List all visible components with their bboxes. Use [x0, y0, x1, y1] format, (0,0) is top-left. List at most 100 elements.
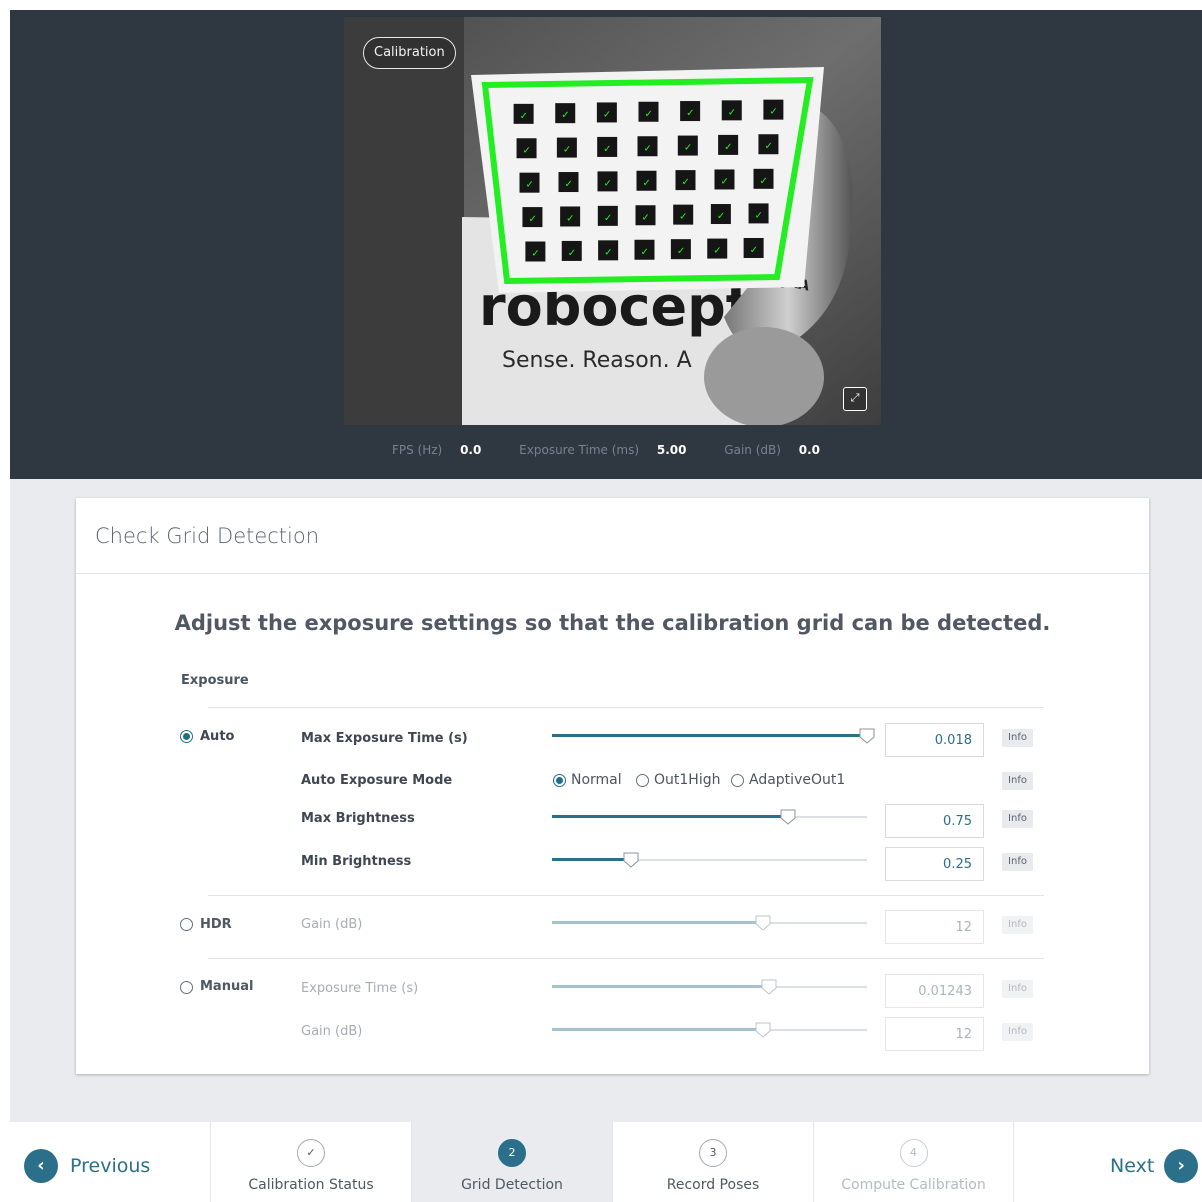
min-brightness-slider[interactable]	[552, 852, 867, 868]
camera-stats: FPS (Hz) 0.0 Exposure Time (ms) 5.00 Gai…	[10, 443, 1202, 457]
grid-check-mark: ✓	[645, 109, 653, 120]
mode-out1high-radio[interactable]	[636, 774, 649, 787]
slider-thumb[interactable]	[780, 809, 796, 825]
app-root: roboceptio Sense. Reason. A JKA ✓✓✓✓✓✓✓✓…	[0, 0, 1202, 1202]
grid-check-mark: ✓	[686, 108, 694, 119]
card-header: Check Grid Detection	[76, 498, 1149, 574]
expand-icon[interactable]: ⤢	[843, 387, 867, 411]
grid-check-mark: ✓	[566, 213, 574, 224]
manual-gain-label: Gain (dB)	[301, 1024, 363, 1039]
grid-check-mark: ✓	[604, 213, 612, 224]
fps-value: 0.0	[460, 443, 482, 457]
grid-check-mark: ✓	[526, 180, 534, 191]
manual-gain-info-button[interactable]: Info	[1002, 1023, 1033, 1041]
camera-image: roboceptio Sense. Reason. A JKA ✓✓✓✓✓✓✓✓…	[344, 17, 881, 425]
grid-check-mark: ✓	[717, 211, 725, 222]
hdr-radio[interactable]	[180, 918, 193, 931]
manual-radio[interactable]	[180, 981, 193, 994]
slider-thumb[interactable]	[755, 1022, 771, 1038]
manual-exposure-time-slider[interactable]	[552, 979, 867, 995]
grid-check-mark: ✓	[563, 145, 571, 156]
max-brightness-input[interactable]: 0.75	[885, 804, 984, 838]
min-brightness-input[interactable]: 0.25	[885, 847, 984, 881]
check-icon: ✓	[297, 1139, 325, 1167]
grid-check-mark: ✓	[764, 141, 772, 152]
manual-exposure-time-info-button[interactable]: Info	[1002, 980, 1033, 998]
grid-check-mark: ✓	[603, 109, 611, 120]
hdr-gain-info-button[interactable]: Info	[1002, 916, 1033, 934]
max-exposure-time-label: Max Exposure Time (s)	[301, 731, 468, 746]
step-number: 4	[899, 1139, 928, 1167]
mode-normal-radio[interactable]	[553, 774, 566, 787]
slider-fill	[552, 734, 867, 737]
manual-radio-label[interactable]: Manual	[200, 979, 253, 994]
divider	[208, 707, 1044, 708]
grid-check-mark: ✓	[682, 177, 690, 188]
chevron-right-icon: ›	[1164, 1149, 1199, 1183]
mode-normal-label[interactable]: Normal	[571, 772, 622, 788]
manual-exposure-time-label: Exposure Time (s)	[301, 981, 419, 996]
step-label: Record Poses	[666, 1177, 760, 1193]
step-record-poses[interactable]: 3 Record Poses	[612, 1122, 813, 1202]
slider-thumb[interactable]	[755, 915, 771, 931]
hdr-radio-label[interactable]: HDR	[200, 917, 232, 932]
max-exposure-time-info-button[interactable]: Info	[1002, 729, 1033, 747]
grid-check-mark: ✓	[604, 247, 612, 258]
min-brightness-info-button[interactable]: Info	[1002, 853, 1033, 871]
grid-check-mark: ✓	[760, 176, 768, 187]
grid-check-mark: ✓	[728, 107, 736, 118]
auto-exposure-mode-label: Auto Exposure Mode	[301, 773, 453, 788]
exposure-section-label: Exposure	[181, 673, 249, 688]
camera-scene: roboceptio Sense. Reason. A JKA ✓✓✓✓✓✓✓✓…	[344, 17, 881, 425]
grid-check-mark: ✓	[561, 110, 569, 121]
grid-check-mark: ✓	[713, 246, 721, 257]
auto-exposure-mode-info-button[interactable]: Info	[1002, 772, 1033, 790]
step-label: Calibration Status	[248, 1177, 374, 1193]
grid-check-mark: ✓	[679, 212, 687, 223]
gain-label: Gain (dB)	[724, 443, 781, 457]
slider-thumb[interactable]	[859, 728, 875, 744]
grid-check-mark: ✓	[644, 143, 652, 154]
slogan-text: Sense. Reason. A	[502, 348, 692, 373]
auto-radio-label[interactable]: Auto	[200, 729, 234, 744]
manual-gain-slider[interactable]	[552, 1022, 867, 1038]
min-brightness-label: Min Brightness	[301, 854, 412, 869]
grid-check-mark: ✓	[528, 214, 536, 225]
mode-out1high-label[interactable]: Out1High	[654, 772, 720, 788]
hdr-gain-slider[interactable]	[552, 915, 867, 931]
manual-gain-input[interactable]: 12	[885, 1017, 984, 1051]
grid-check-mark: ✓	[643, 178, 651, 189]
grid-check-mark: ✓	[642, 212, 650, 223]
grid-check-mark: ✓	[769, 107, 777, 118]
max-brightness-label: Max Brightness	[301, 811, 415, 826]
step-grid-detection[interactable]: 2 Grid Detection	[411, 1122, 612, 1202]
previous-button[interactable]: ‹ Previous	[24, 1149, 150, 1183]
slider-thumb[interactable]	[761, 979, 777, 995]
grid-check-mark: ✓	[684, 143, 692, 154]
slider-thumb[interactable]	[623, 852, 639, 868]
grid-check-mark: ✓	[755, 210, 763, 221]
slider-fill	[552, 815, 789, 818]
fps-label: FPS (Hz)	[391, 443, 443, 457]
grid-check-mark: ✓	[520, 111, 528, 122]
slider-fill	[552, 1028, 764, 1031]
manual-exposure-time-input[interactable]: 0.01243	[885, 974, 984, 1008]
grid-check-mark: ✓	[724, 142, 732, 153]
auto-radio[interactable]	[180, 730, 193, 743]
step-calibration-status[interactable]: ✓ Calibration Status	[210, 1122, 411, 1202]
previous-label: Previous	[70, 1155, 151, 1177]
step-number: 3	[699, 1139, 727, 1167]
max-exposure-time-slider[interactable]	[552, 728, 875, 744]
max-brightness-slider[interactable]	[552, 809, 867, 825]
max-exposure-time-input[interactable]: 0.018	[885, 723, 984, 757]
grid-check-mark: ✓	[568, 248, 576, 259]
grid-check-mark: ✓	[677, 246, 685, 257]
hdr-gain-input[interactable]: 12	[885, 910, 984, 944]
next-button[interactable]: Next ›	[1110, 1149, 1199, 1183]
max-brightness-info-button[interactable]: Info	[1002, 810, 1033, 828]
mode-adaptiveout1-radio[interactable]	[731, 774, 744, 787]
mode-adaptiveout1-label[interactable]: AdaptiveOut1	[749, 772, 845, 788]
slider-fill	[552, 921, 764, 924]
hdr-gain-label: Gain (dB)	[301, 917, 363, 932]
grid-check-mark: ✓	[523, 145, 531, 156]
